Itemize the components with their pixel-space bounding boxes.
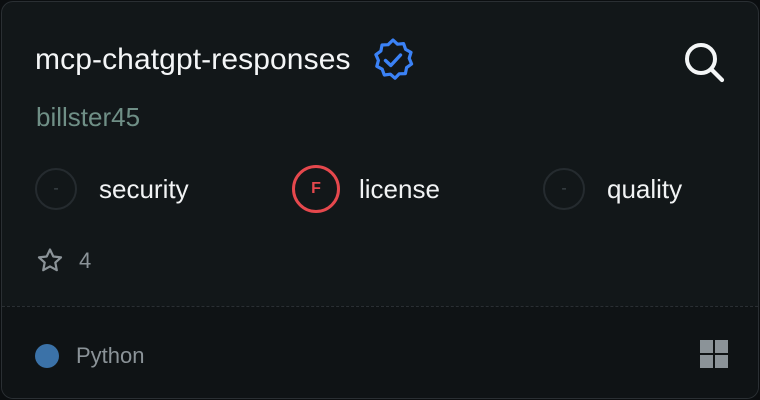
quality-score[interactable]: - quality	[543, 164, 682, 214]
star-icon	[37, 248, 63, 272]
star-count: 4	[79, 248, 92, 273]
title-row: mcp-chatgpt-responses	[35, 38, 417, 82]
repo-card[interactable]: mcp-chatgpt-responses billster45 - secur…	[1, 1, 759, 399]
card-footer: Python	[2, 306, 758, 398]
quality-label: quality	[607, 174, 683, 204]
repo-author[interactable]: billster45	[36, 100, 140, 134]
stars[interactable]: 4	[35, 244, 91, 278]
security-score[interactable]: - security	[35, 164, 189, 214]
windows-icon	[700, 340, 728, 368]
verified-badge-icon	[373, 38, 413, 80]
language-name: Python	[76, 343, 145, 368]
security-grade-badge: -	[35, 168, 77, 210]
quality-grade-badge: -	[543, 168, 585, 210]
language: Python	[35, 341, 145, 371]
license-grade-badge: F	[292, 165, 340, 213]
score-row: - security F license - quality	[35, 164, 735, 214]
license-score[interactable]: F license	[292, 164, 440, 214]
license-label: license	[359, 174, 440, 204]
security-label: security	[99, 174, 189, 204]
search-button[interactable]	[680, 38, 728, 86]
language-color-dot	[35, 344, 59, 368]
repo-title[interactable]: mcp-chatgpt-responses	[35, 38, 351, 82]
search-icon	[685, 43, 725, 83]
